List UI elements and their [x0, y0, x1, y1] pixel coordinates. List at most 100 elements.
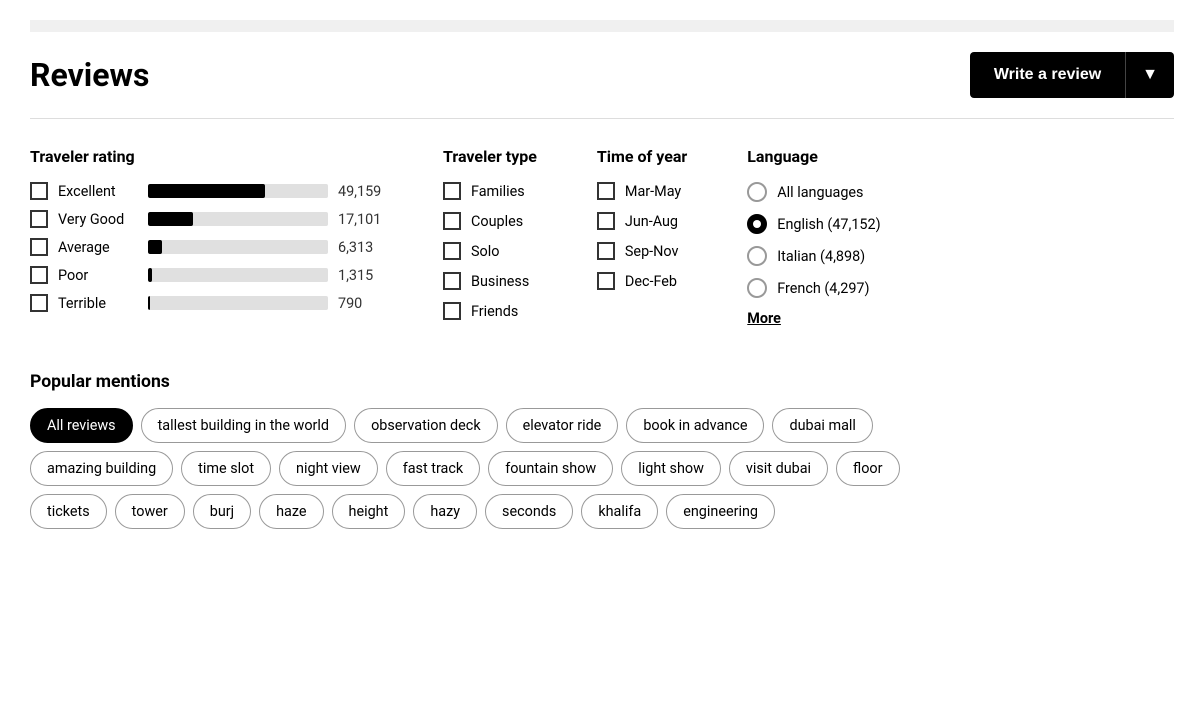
rating-row: Very Good17,101 — [30, 210, 383, 228]
tags-row: amazing buildingtime slotnight viewfast … — [30, 451, 1174, 486]
rating-bar-container — [148, 184, 328, 198]
traveler-rating-title: Traveler rating — [30, 147, 383, 166]
tag-pill[interactable]: tickets — [30, 494, 107, 529]
rating-row: Average6,313 — [30, 238, 383, 256]
time-of-year-checkbox[interactable] — [597, 212, 615, 230]
rating-label: Poor — [58, 267, 138, 284]
write-review-dropdown-button[interactable]: ▼ — [1125, 52, 1174, 98]
rating-bar-fill — [148, 268, 152, 282]
language-label: French (4,297) — [777, 280, 869, 297]
tag-pill[interactable]: amazing building — [30, 451, 173, 486]
rating-bar-container — [148, 268, 328, 282]
language-radio-button[interactable] — [747, 182, 767, 202]
tag-pill[interactable]: visit dubai — [729, 451, 828, 486]
traveler-type-row: Solo — [443, 242, 537, 260]
language-row: All languages — [747, 182, 880, 202]
rating-checkbox[interactable] — [30, 238, 48, 256]
traveler-type-row: Couples — [443, 212, 537, 230]
tag-pill[interactable]: light show — [621, 451, 721, 486]
traveler-type-label: Families — [471, 183, 525, 200]
tag-pill[interactable]: book in advance — [626, 408, 764, 443]
rating-rows: Excellent 49,159 Very Good17,101 Average6,3… — [30, 182, 383, 312]
traveler-type-checkbox[interactable] — [443, 272, 461, 290]
traveler-type-checkbox[interactable] — [443, 242, 461, 260]
filters-section: Traveler rating Excellent 49,159 Very Good… — [30, 147, 1174, 332]
tag-pill[interactable]: night view — [279, 451, 378, 486]
rating-checkbox[interactable] — [30, 266, 48, 284]
time-of-year-row: Sep-Nov — [597, 242, 687, 260]
time-of-year-row: Dec-Feb — [597, 272, 687, 290]
time-of-year-row: Mar-May — [597, 182, 687, 200]
language-more-link[interactable]: More — [747, 310, 880, 327]
time-of-year-title: Time of year — [597, 147, 687, 166]
tag-pill[interactable]: burj — [193, 494, 251, 529]
tag-pill[interactable]: fountain show — [488, 451, 613, 486]
tag-pill[interactable]: observation deck — [354, 408, 498, 443]
popular-mentions-section: Popular mentions All reviewstallest buil… — [30, 372, 1174, 529]
time-of-year-checkbox[interactable] — [597, 272, 615, 290]
rating-bar-container — [148, 240, 328, 254]
language-radio-button[interactable] — [747, 278, 767, 298]
rating-label: Terrible — [58, 295, 138, 312]
tag-pill[interactable]: dubai mall — [772, 408, 872, 443]
popular-mentions-rows: All reviewstallest building in the world… — [30, 408, 1174, 529]
traveler-type-checkbox[interactable] — [443, 182, 461, 200]
rating-checkbox[interactable] — [30, 182, 48, 200]
rating-row: Excellent 49,159 — [30, 182, 383, 200]
language-label: Italian (4,898) — [777, 248, 865, 265]
language-row: English (47,152) — [747, 214, 880, 234]
traveler-type-label: Business — [471, 273, 529, 290]
traveler-type-checkbox[interactable] — [443, 302, 461, 320]
traveler-type-rows: Families Couples Solo Business Friends — [443, 182, 537, 320]
time-of-year-checkbox[interactable] — [597, 242, 615, 260]
language-label: All languages — [777, 184, 863, 201]
rating-bar-fill — [148, 296, 150, 310]
tag-pill[interactable]: hazy — [413, 494, 477, 529]
tag-pill[interactable]: tower — [115, 494, 185, 529]
traveler-type-row: Families — [443, 182, 537, 200]
top-bar — [30, 20, 1174, 32]
traveler-type-label: Solo — [471, 243, 499, 260]
section-divider — [30, 118, 1174, 119]
rating-row: Poor 1,315 — [30, 266, 383, 284]
tag-pill[interactable]: seconds — [485, 494, 573, 529]
time-of-year-checkbox[interactable] — [597, 182, 615, 200]
language-radio-button[interactable] — [747, 214, 767, 234]
traveler-type-label: Friends — [471, 303, 518, 320]
time-of-year-group: Time of year Mar-May Jun-Aug Sep-Nov Dec-Fe… — [597, 147, 687, 332]
rating-checkbox[interactable] — [30, 294, 48, 312]
traveler-type-row: Friends — [443, 302, 537, 320]
rating-count: 49,159 — [338, 183, 383, 200]
reviews-header: Reviews Write a review ▼ — [30, 52, 1174, 98]
traveler-type-checkbox[interactable] — [443, 212, 461, 230]
time-of-year-label: Sep-Nov — [625, 243, 679, 260]
tag-pill[interactable]: time slot — [181, 451, 271, 486]
traveler-type-row: Business — [443, 272, 537, 290]
tag-pill[interactable]: khalifa — [581, 494, 658, 529]
rating-row: Terrible790 — [30, 294, 383, 312]
time-of-year-row: Jun-Aug — [597, 212, 687, 230]
rating-count: 1,315 — [338, 267, 383, 284]
language-row: Italian (4,898) — [747, 246, 880, 266]
tag-pill[interactable]: elevator ride — [506, 408, 619, 443]
write-review-btn-group: Write a review ▼ — [970, 52, 1174, 98]
tag-pill[interactable]: floor — [836, 451, 899, 486]
tag-pill[interactable]: fast track — [386, 451, 481, 486]
rating-checkbox[interactable] — [30, 210, 48, 228]
rating-bar-fill — [148, 184, 265, 198]
tag-pill[interactable]: All reviews — [30, 408, 133, 443]
tag-pill[interactable]: engineering — [666, 494, 775, 529]
traveler-rating-group: Traveler rating Excellent 49,159 Very Good… — [30, 147, 383, 332]
traveler-type-label: Couples — [471, 213, 523, 230]
language-radio-button[interactable] — [747, 246, 767, 266]
rating-bar-container — [148, 296, 328, 310]
tag-pill[interactable]: haze — [259, 494, 323, 529]
reviews-title: Reviews — [30, 56, 149, 94]
rating-bar-fill — [148, 212, 193, 226]
rating-label: Excellent — [58, 183, 138, 200]
write-review-button[interactable]: Write a review — [970, 52, 1125, 98]
tag-pill[interactable]: tallest building in the world — [141, 408, 346, 443]
tag-pill[interactable]: height — [332, 494, 406, 529]
language-title: Language — [747, 147, 880, 166]
language-rows: All languages English (47,152) Italian (4,… — [747, 182, 880, 298]
